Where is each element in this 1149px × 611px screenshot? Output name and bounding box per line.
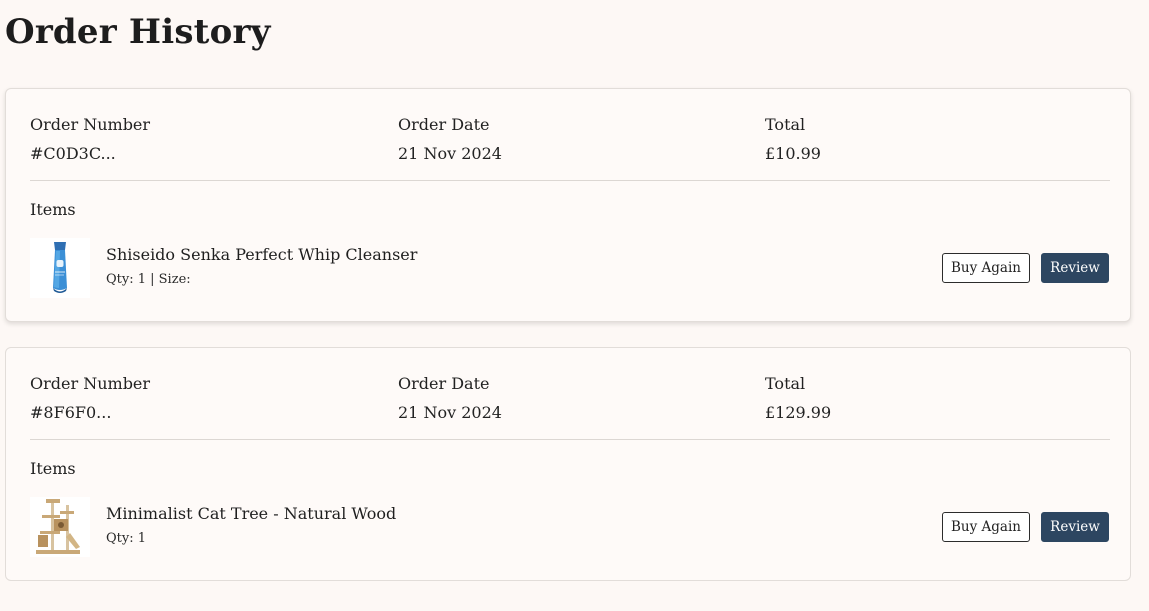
order-meta: Order Number #C0D3C... Order Date 21 Nov… — [30, 115, 1110, 165]
buy-again-button[interactable]: Buy Again — [942, 253, 1030, 283]
order-total-value: £129.99 — [765, 403, 832, 422]
product-details: Qty: 1 | Size: — [106, 272, 191, 287]
review-button[interactable]: Review — [1041, 512, 1109, 542]
order-total-label: Total — [765, 374, 806, 393]
order-date-label: Order Date — [398, 374, 490, 393]
order-number-value: #C0D3C... — [30, 144, 116, 163]
order-date-block: Order Date 21 Nov 2024 — [398, 374, 502, 423]
product-name[interactable]: Minimalist Cat Tree - Natural Wood — [106, 504, 396, 524]
order-history-page: Order History Order Number #C0D3C... Ord… — [0, 0, 1149, 611]
divider — [30, 439, 1110, 440]
cleanser-tube-image — [30, 238, 90, 298]
items-heading: Items — [30, 200, 76, 219]
order-item-row: Minimalist Cat Tree - Natural Wood Qty: … — [30, 497, 1110, 557]
review-button[interactable]: Review — [1041, 253, 1109, 283]
order-total-block: Total £10.99 — [765, 115, 821, 164]
order-total-block: Total £129.99 — [765, 374, 831, 423]
product-thumbnail[interactable] — [30, 497, 90, 557]
order-total-value: £10.99 — [765, 144, 821, 163]
order-date-block: Order Date 21 Nov 2024 — [398, 115, 502, 164]
cat-tree-image — [30, 497, 90, 557]
order-number-block: Order Number #C0D3C... — [30, 115, 150, 164]
order-item-row: Shiseido Senka Perfect Whip Cleanser Qty… — [30, 238, 1110, 298]
divider — [30, 180, 1110, 181]
order-total-label: Total — [765, 115, 806, 134]
product-details: Qty: 1 — [106, 531, 147, 546]
order-number-value: #8F6F0... — [30, 403, 112, 422]
buy-again-button[interactable]: Buy Again — [942, 512, 1030, 542]
order-meta: Order Number #8F6F0... Order Date 21 Nov… — [30, 374, 1110, 424]
product-name[interactable]: Shiseido Senka Perfect Whip Cleanser — [106, 245, 417, 265]
order-date-value: 21 Nov 2024 — [398, 403, 502, 422]
order-card: Order Number #8F6F0... Order Date 21 Nov… — [5, 347, 1131, 581]
product-thumbnail[interactable] — [30, 238, 90, 298]
items-heading: Items — [30, 459, 76, 478]
order-number-label: Order Number — [30, 115, 151, 134]
order-date-label: Order Date — [398, 115, 490, 134]
order-card: Order Number #C0D3C... Order Date 21 Nov… — [5, 88, 1131, 322]
order-number-label: Order Number — [30, 374, 151, 393]
order-number-block: Order Number #8F6F0... — [30, 374, 150, 423]
page-title: Order History — [5, 12, 271, 52]
order-date-value: 21 Nov 2024 — [398, 144, 502, 163]
